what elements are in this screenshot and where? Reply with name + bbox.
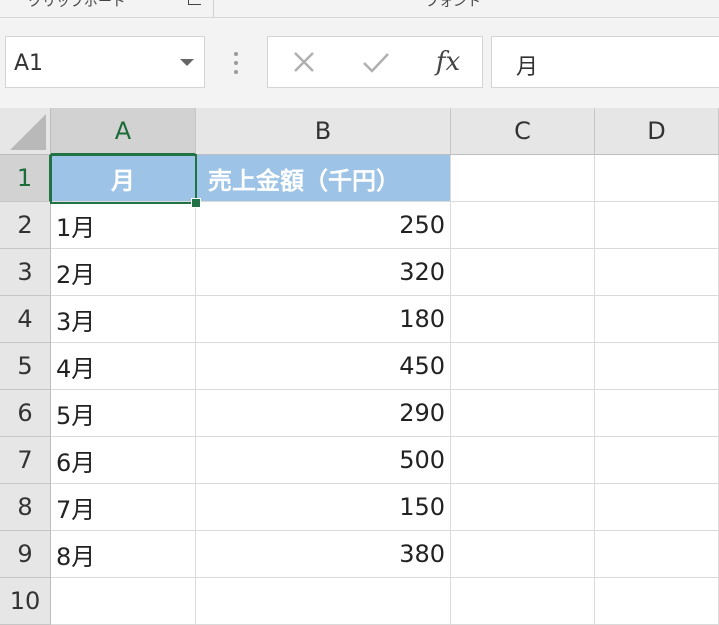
- cell-a1[interactable]: 月: [51, 155, 196, 202]
- cancel-button[interactable]: [274, 37, 334, 87]
- check-icon: [363, 53, 389, 73]
- enter-button[interactable]: [346, 37, 406, 87]
- column-header-d[interactable]: D: [595, 108, 719, 155]
- cell-b8[interactable]: 150: [196, 484, 451, 531]
- fx-icon: fx: [435, 47, 461, 77]
- row-header-9[interactable]: 9: [0, 531, 51, 578]
- row-header-7[interactable]: 7: [0, 437, 51, 484]
- formula-bar-resize-handle-icon[interactable]: [234, 52, 238, 74]
- cell-d5[interactable]: [595, 343, 719, 390]
- cell-a3[interactable]: 2月: [51, 249, 196, 296]
- cell-a2[interactable]: 1月: [51, 202, 196, 249]
- select-all-button[interactable]: [0, 108, 51, 155]
- formula-content: 月: [516, 55, 539, 80]
- row-header-3[interactable]: 3: [0, 249, 51, 296]
- select-all-triangle-icon: [10, 114, 46, 150]
- cell-a5[interactable]: 4月: [51, 343, 196, 390]
- cell-d2[interactable]: [595, 202, 719, 249]
- insert-function-button[interactable]: fx: [418, 37, 478, 87]
- cell-d4[interactable]: [595, 296, 719, 343]
- ribbon-group-labels: クリップボード フォント: [0, 0, 719, 18]
- cell-c8[interactable]: [451, 484, 595, 531]
- row-header-5[interactable]: 5: [0, 343, 51, 390]
- chevron-down-icon[interactable]: [180, 59, 194, 66]
- row-header-8[interactable]: 8: [0, 484, 51, 531]
- row-header-2[interactable]: 2: [0, 202, 51, 249]
- cell-b4[interactable]: 180: [196, 296, 451, 343]
- clipboard-dialog-launcher-icon[interactable]: [188, 0, 201, 5]
- cell-c2[interactable]: [451, 202, 595, 249]
- cell-a10[interactable]: [51, 578, 196, 625]
- cell-c3[interactable]: [451, 249, 595, 296]
- cell-b7[interactable]: 500: [196, 437, 451, 484]
- cell-b10[interactable]: [196, 578, 451, 625]
- cell-b9[interactable]: 380: [196, 531, 451, 578]
- cell-a7[interactable]: 6月: [51, 437, 196, 484]
- cell-b1[interactable]: 売上金額（千円）: [196, 155, 451, 202]
- cell-d6[interactable]: [595, 390, 719, 437]
- row-header-4[interactable]: 4: [0, 296, 51, 343]
- column-header-b[interactable]: B: [196, 108, 451, 155]
- cell-d9[interactable]: [595, 531, 719, 578]
- formula-buttons: fx: [267, 36, 483, 88]
- cell-b3[interactable]: 320: [196, 249, 451, 296]
- cell-d1[interactable]: [595, 155, 719, 202]
- column-header-c[interactable]: C: [451, 108, 595, 155]
- fill-handle[interactable]: [191, 198, 201, 208]
- cell-d7[interactable]: [595, 437, 719, 484]
- cell-c4[interactable]: [451, 296, 595, 343]
- name-box-value: A1: [14, 51, 44, 76]
- name-box[interactable]: A1: [5, 36, 205, 88]
- column-header-a[interactable]: A: [51, 108, 196, 155]
- formula-input[interactable]: 月: [491, 36, 719, 88]
- cell-d8[interactable]: [595, 484, 719, 531]
- cell-c9[interactable]: [451, 531, 595, 578]
- cell-a6[interactable]: 5月: [51, 390, 196, 437]
- cell-c7[interactable]: [451, 437, 595, 484]
- cell-c6[interactable]: [451, 390, 595, 437]
- cell-a4[interactable]: 3月: [51, 296, 196, 343]
- formula-bar-area: A1 fx 月: [0, 18, 719, 108]
- cell-d10[interactable]: [595, 578, 719, 625]
- row-header-1[interactable]: 1: [0, 155, 51, 202]
- ribbon-separator: [213, 0, 214, 18]
- clipboard-group-label: クリップボード: [28, 0, 126, 10]
- cell-d3[interactable]: [595, 249, 719, 296]
- font-group-label: フォント: [425, 0, 481, 10]
- cell-b5[interactable]: 450: [196, 343, 451, 390]
- cell-c10[interactable]: [451, 578, 595, 625]
- row-header-10[interactable]: 10: [0, 578, 51, 625]
- row-header-6[interactable]: 6: [0, 390, 51, 437]
- cell-c5[interactable]: [451, 343, 595, 390]
- cell-c1[interactable]: [451, 155, 595, 202]
- cell-b2[interactable]: 250: [196, 202, 451, 249]
- cell-b6[interactable]: 290: [196, 390, 451, 437]
- cell-a9[interactable]: 8月: [51, 531, 196, 578]
- cell-a8[interactable]: 7月: [51, 484, 196, 531]
- close-icon: [294, 52, 314, 72]
